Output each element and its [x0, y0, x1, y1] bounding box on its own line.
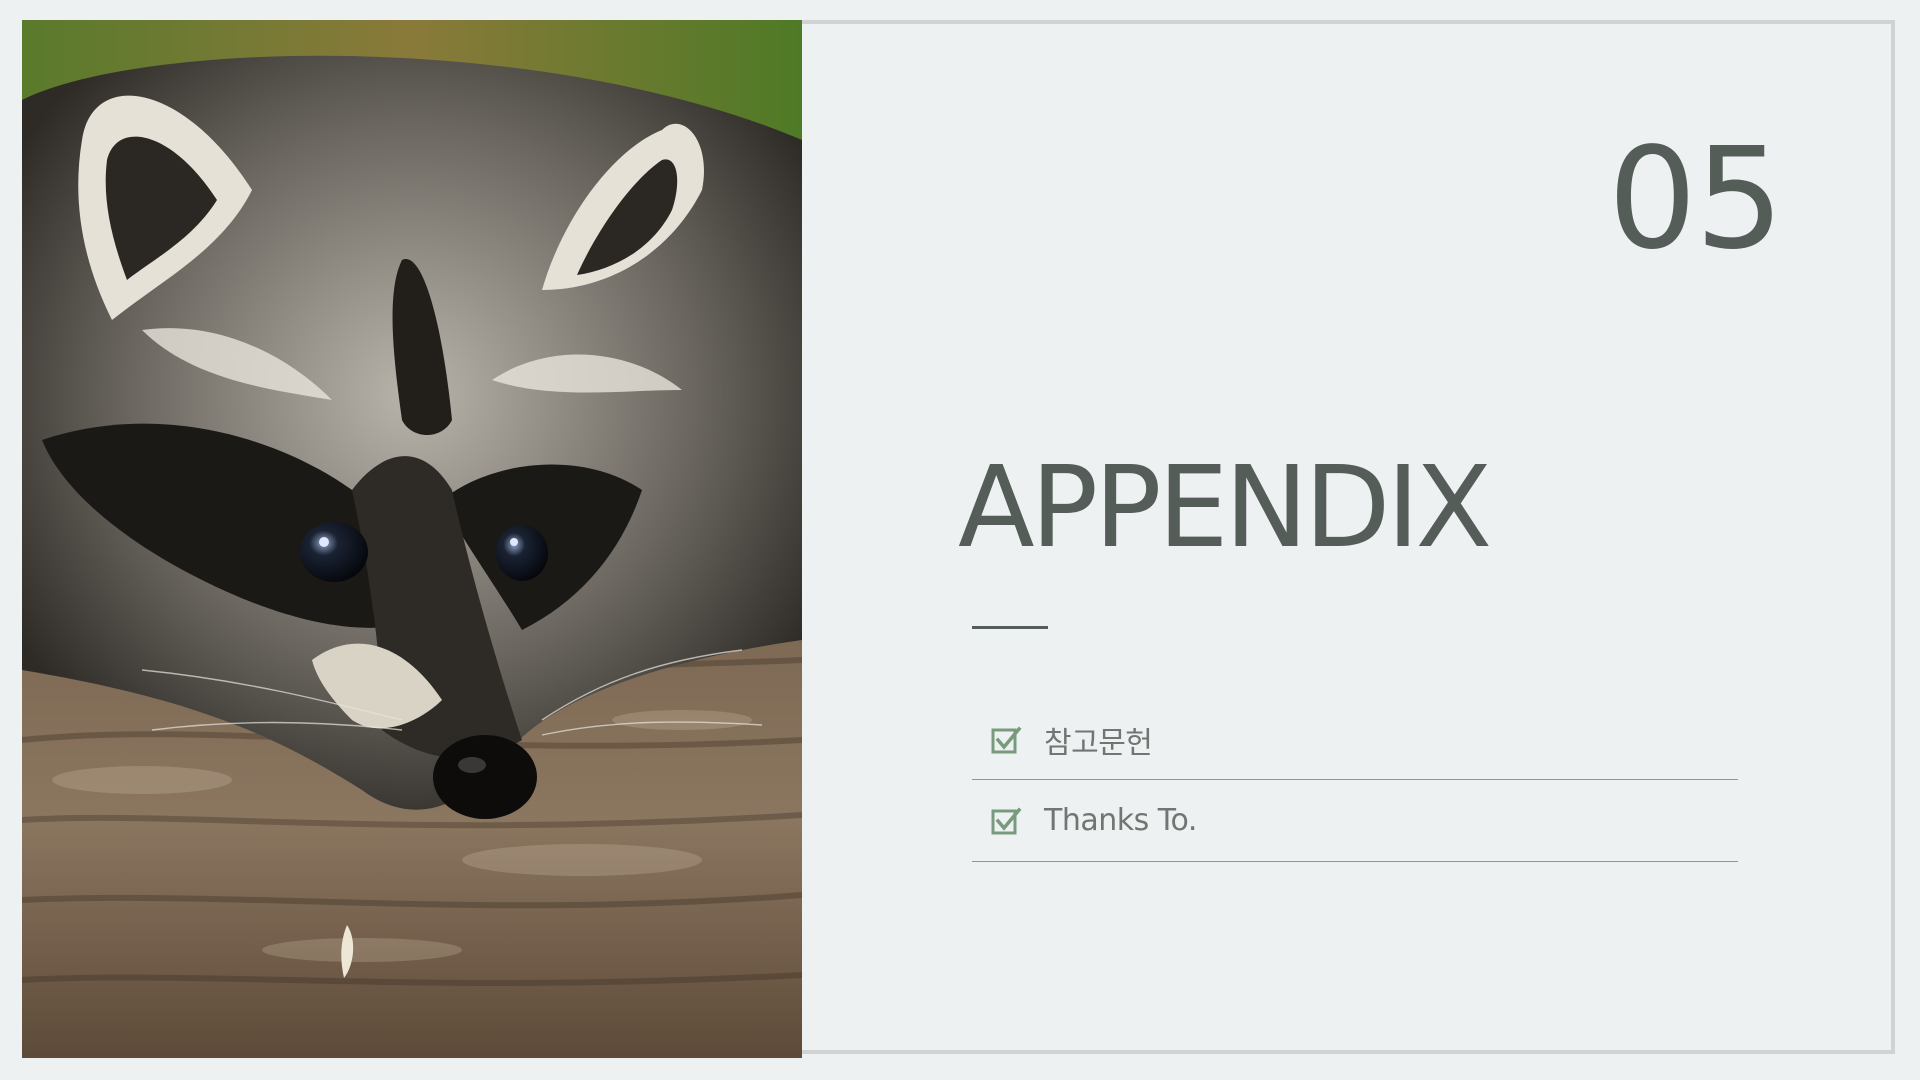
section-number: 05	[1607, 118, 1784, 281]
list-item-label: Thanks To.	[1044, 803, 1197, 838]
list-item-thanks[interactable]: Thanks To.	[972, 780, 1738, 862]
title-divider	[972, 626, 1048, 629]
list-item-label: 참고문헌	[1044, 725, 1153, 761]
checkbox-checked-icon	[991, 807, 1022, 834]
slide-title: APPENDIX	[958, 443, 1492, 573]
slide: 05 APPENDIX 참고문헌 Thanks To.	[0, 0, 1920, 1080]
checkbox-checked-icon	[991, 726, 1022, 753]
appendix-list: 참고문헌 Thanks To.	[972, 700, 1738, 862]
list-item-references[interactable]: 참고문헌	[972, 700, 1738, 780]
raccoon-photo	[22, 20, 802, 1058]
